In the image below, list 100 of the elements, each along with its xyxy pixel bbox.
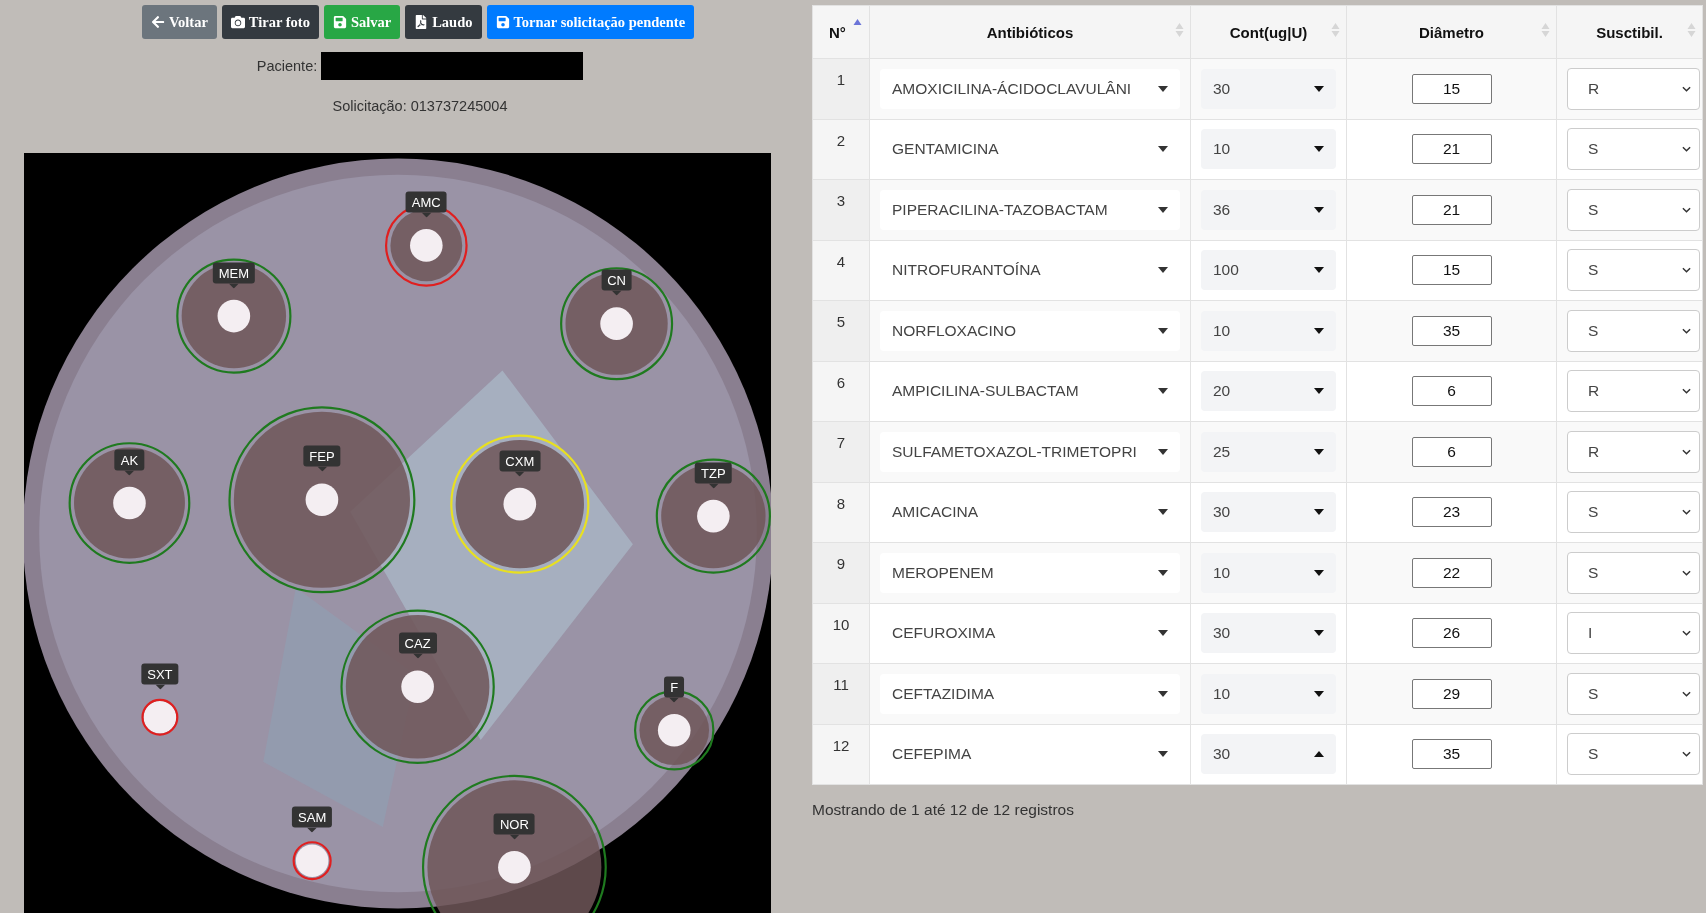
diameter-input[interactable]: 21 bbox=[1411, 194, 1492, 225]
diameter-input[interactable]: 35 bbox=[1411, 739, 1492, 770]
caret-down-icon bbox=[1158, 509, 1168, 516]
susceptibility-select[interactable]: S bbox=[1567, 733, 1700, 776]
antibiotic-dropdown[interactable]: CEFTAZIDIMA bbox=[880, 673, 1180, 714]
caret-down-icon bbox=[1158, 388, 1168, 395]
sort-ascending-icon bbox=[853, 18, 862, 26]
susceptibility-select[interactable]: S bbox=[1567, 188, 1700, 231]
camera-icon bbox=[230, 15, 245, 29]
caret-up-icon bbox=[1314, 751, 1324, 758]
caret-down-icon bbox=[1158, 690, 1168, 697]
diameter-input[interactable]: 15 bbox=[1411, 255, 1492, 286]
row-number: 1 bbox=[812, 58, 870, 119]
antibiotic-dropdown[interactable]: AMOXICILINA-ÁCIDOCLAVULÂNI bbox=[880, 68, 1180, 109]
chevron-down-icon bbox=[1682, 569, 1691, 576]
susceptibility-select[interactable]: S bbox=[1567, 128, 1700, 171]
chevron-down-icon bbox=[1682, 327, 1691, 334]
susceptibility-select[interactable]: I bbox=[1567, 612, 1700, 655]
pointer-icon bbox=[509, 834, 520, 840]
row-number: 6 bbox=[812, 361, 870, 422]
chevron-down-icon bbox=[1682, 388, 1691, 395]
caret-down-icon bbox=[1314, 388, 1324, 395]
pointer-icon bbox=[421, 212, 432, 218]
content-dropdown[interactable]: 20 bbox=[1201, 371, 1336, 412]
save-icon bbox=[495, 15, 510, 29]
caret-down-icon bbox=[1314, 630, 1324, 637]
antibiotic-dropdown[interactable]: PIPERACILINA-TAZOBACTAM bbox=[880, 189, 1180, 230]
pdf-file-icon bbox=[414, 15, 429, 29]
susceptibility-select[interactable]: R bbox=[1567, 430, 1700, 473]
content-dropdown[interactable]: 25 bbox=[1201, 431, 1336, 472]
susceptibility-select[interactable]: S bbox=[1567, 309, 1700, 352]
diameter-input[interactable]: 15 bbox=[1411, 73, 1492, 104]
chevron-down-icon bbox=[1682, 509, 1691, 516]
antibiotic-dropdown[interactable]: NORFLOXACINO bbox=[880, 310, 1180, 351]
content-dropdown[interactable]: 30 bbox=[1201, 68, 1336, 109]
chevron-down-icon bbox=[1682, 146, 1691, 153]
antibiotic-dropdown[interactable]: MEROPENEM bbox=[880, 552, 1180, 593]
caret-down-icon bbox=[1314, 85, 1324, 92]
caret-down-icon bbox=[1314, 690, 1324, 697]
content-dropdown[interactable]: 10 bbox=[1201, 129, 1336, 170]
caret-down-icon bbox=[1158, 630, 1168, 637]
susceptibility-select[interactable]: S bbox=[1567, 672, 1700, 715]
patient-label: Paciente: bbox=[256, 58, 318, 74]
pointer-icon bbox=[708, 483, 719, 489]
diameter-input[interactable]: 6 bbox=[1411, 436, 1492, 467]
content-dropdown[interactable]: 10 bbox=[1201, 310, 1336, 351]
caret-down-icon bbox=[1314, 146, 1324, 153]
save-icon bbox=[332, 15, 347, 29]
row-number: 10 bbox=[812, 603, 870, 664]
diameter-input[interactable]: 35 bbox=[1411, 315, 1492, 346]
content-dropdown[interactable]: 10 bbox=[1201, 552, 1336, 593]
diameter-input[interactable]: 21 bbox=[1411, 134, 1492, 165]
row-number: 5 bbox=[812, 300, 870, 361]
diameter-input[interactable]: 23 bbox=[1411, 497, 1492, 528]
row-number: 4 bbox=[812, 240, 870, 301]
caret-down-icon bbox=[1314, 206, 1324, 213]
column-header[interactable]: Diâmetro bbox=[1346, 5, 1557, 59]
pointer-icon bbox=[611, 290, 622, 296]
caret-down-icon bbox=[1314, 327, 1324, 334]
column-header[interactable]: Cont(ug|U) bbox=[1190, 5, 1347, 59]
sort-icon bbox=[1541, 22, 1550, 38]
pointer-icon bbox=[669, 697, 680, 703]
column-header[interactable]: Antibióticos bbox=[869, 5, 1191, 59]
caret-down-icon bbox=[1158, 206, 1168, 213]
content-dropdown[interactable]: 36 bbox=[1201, 189, 1336, 230]
row-number: 7 bbox=[812, 421, 870, 482]
content-dropdown[interactable]: 10 bbox=[1201, 673, 1336, 714]
caret-down-icon bbox=[1158, 569, 1168, 576]
row-number: 2 bbox=[812, 119, 870, 180]
diameter-input[interactable]: 29 bbox=[1411, 678, 1492, 709]
pending-button[interactable]: Tornar solicitação pendente bbox=[486, 5, 695, 39]
susceptibility-select[interactable]: S bbox=[1567, 551, 1700, 594]
column-header[interactable]: N° bbox=[812, 5, 870, 59]
arrow-left-icon bbox=[150, 15, 165, 29]
caret-down-icon bbox=[1158, 448, 1168, 455]
sort-icon bbox=[1331, 22, 1340, 38]
susceptibility-select[interactable]: S bbox=[1567, 249, 1700, 292]
content-dropdown[interactable]: 30 bbox=[1201, 613, 1336, 654]
content-dropdown[interactable]: 100 bbox=[1201, 250, 1336, 291]
row-number: 8 bbox=[812, 482, 870, 543]
caret-down-icon bbox=[1314, 448, 1324, 455]
diameter-input[interactable]: 6 bbox=[1411, 376, 1492, 407]
caret-down-icon bbox=[1158, 267, 1168, 274]
back-button[interactable]: Voltar bbox=[141, 5, 217, 39]
content-dropdown[interactable]: 30 bbox=[1201, 492, 1336, 533]
diameter-input[interactable]: 26 bbox=[1411, 618, 1492, 649]
pointer-icon bbox=[228, 283, 239, 289]
column-header[interactable]: Susctibil. bbox=[1556, 5, 1703, 59]
diameter-input[interactable]: 22 bbox=[1411, 557, 1492, 588]
camera-button[interactable]: Tirar foto bbox=[221, 5, 319, 39]
susceptibility-select[interactable]: R bbox=[1567, 67, 1700, 110]
caret-down-icon bbox=[1158, 751, 1168, 758]
content-dropdown[interactable]: 30 bbox=[1201, 734, 1336, 775]
records-summary: Mostrando de 1 até 12 de 12 registros bbox=[812, 801, 1075, 819]
susceptibility-select[interactable]: S bbox=[1567, 491, 1700, 534]
antibiotic-dropdown[interactable]: SULFAMETOXAZOL-TRIMETOPRI bbox=[880, 431, 1180, 472]
pdf-button[interactable]: Laudo bbox=[405, 5, 482, 39]
row-number: 9 bbox=[812, 542, 870, 603]
row-number: 12 bbox=[812, 724, 870, 785]
susceptibility-select[interactable]: R bbox=[1567, 370, 1700, 413]
